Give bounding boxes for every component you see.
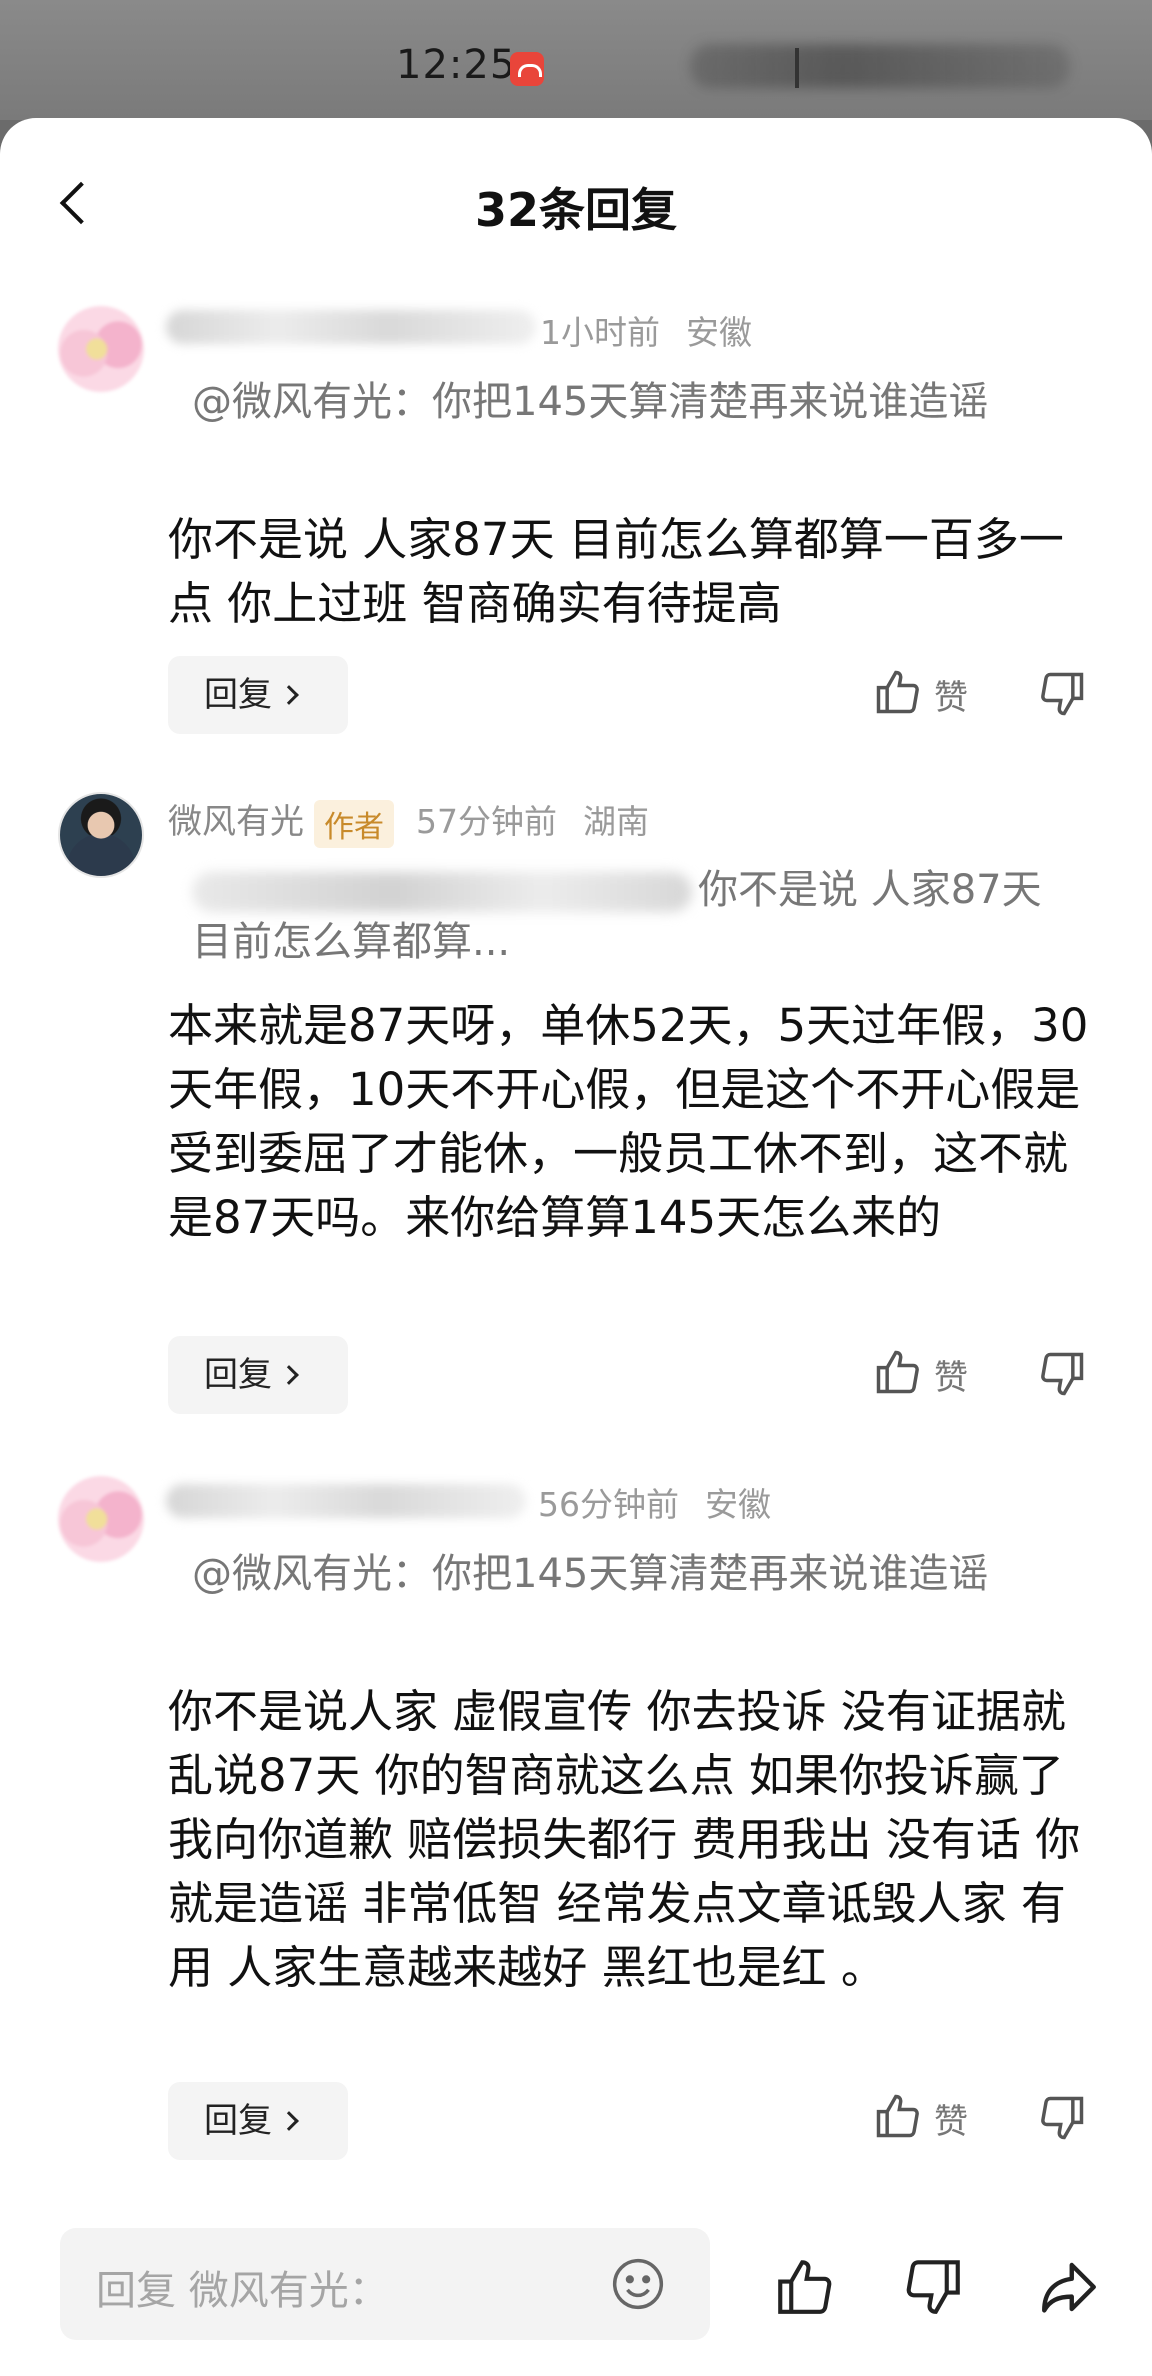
reply-label: 回复 [204,2101,272,2141]
quoted-reply: 你不是说 人家87天 目前怎么算都算... [192,864,1072,968]
thumbs-down-icon[interactable] [1036,1348,1088,1400]
reply-label: 回复 [204,1355,272,1395]
like-label[interactable]: 赞 [934,2094,968,2143]
comment-meta: 微风有光 作者 57分钟前 湖南 [168,794,649,848]
comment-region: 湖南 [583,802,649,841]
status-bar: 12:25 [0,0,1152,120]
quoted-reply: @微风有光：你把145天算清楚再来说谁造谣 [192,1551,989,1597]
avatar[interactable] [58,1476,144,1562]
avatar[interactable] [58,792,144,878]
avatar[interactable] [58,306,144,392]
author-name-blurred [166,1484,526,1518]
reply-input[interactable]: 回复 微风有光： [60,2228,710,2340]
quoted-reply: @微风有光：你把145天算清楚再来说谁造谣 [192,379,989,425]
reply-footer: 回复 微风有光： [0,2228,1152,2376]
page-title: 32条回复 [474,183,677,237]
thumbs-up-icon[interactable] [872,666,924,718]
chevron-right-icon [279,684,299,705]
comment-time: 56分钟前 [538,1485,679,1524]
thumbs-down-icon[interactable] [900,2254,966,2320]
like-label[interactable]: 赞 [934,1350,968,1399]
author-name-blurred [166,310,536,344]
thumbs-down-icon[interactable] [1036,668,1088,720]
like-label[interactable]: 赞 [934,670,968,719]
comment-body: 本来就是87天呀，单休52天，5天过年假，30天年假，10天不开心假，但是这个不… [168,999,1089,1244]
chevron-right-icon [279,2110,299,2131]
comment-time: 57分钟前 [416,802,557,841]
reply-button[interactable]: 回复 [168,2082,348,2160]
status-time: 12:25 [396,42,517,88]
author-name[interactable]: 微风有光 [168,802,304,842]
comment-time: 1小时前 [540,313,660,352]
thumbs-up-icon[interactable] [872,1346,924,1398]
author-badge: 作者 [314,799,394,848]
thumbs-up-icon[interactable] [872,2090,924,2142]
comment-meta: 56分钟前 安徽 [538,1478,771,1526]
share-arrow-icon[interactable] [1036,2254,1102,2320]
call-indicator-icon [510,52,544,86]
reply-input-placeholder: 回复 微风有光： [96,2268,389,2314]
comment-meta: 1小时前 安徽 [540,306,752,354]
reply-button[interactable]: 回复 [168,1336,348,1414]
comment-body: 你不是说 人家87天 目前怎么算都算一百多一点 你上过班 智商确实有待提高 [168,513,1064,630]
thumbs-down-icon[interactable] [1036,2092,1088,2144]
replies-sheet: 32条回复 1小时前 安徽 @微风有光：你把145天算清楚再来说谁造谣 你不是说 … [0,118,1152,2376]
reply-button[interactable]: 回复 [168,656,348,734]
chevron-right-icon [279,1364,299,1385]
smiley-icon[interactable] [610,2256,666,2312]
comment-region: 安徽 [705,1485,771,1524]
quoted-author-blurred [192,872,692,912]
comment-region: 安徽 [686,313,752,352]
status-icons-blurred [690,44,1070,88]
reply-label: 回复 [204,675,272,715]
status-divider [795,48,799,88]
comment-body: 你不是说人家 虚假宣传 你去投诉 没有证据就乱说87天 你的智商就这么点 如果你… [168,1685,1081,1994]
thumbs-up-icon[interactable] [772,2254,838,2320]
